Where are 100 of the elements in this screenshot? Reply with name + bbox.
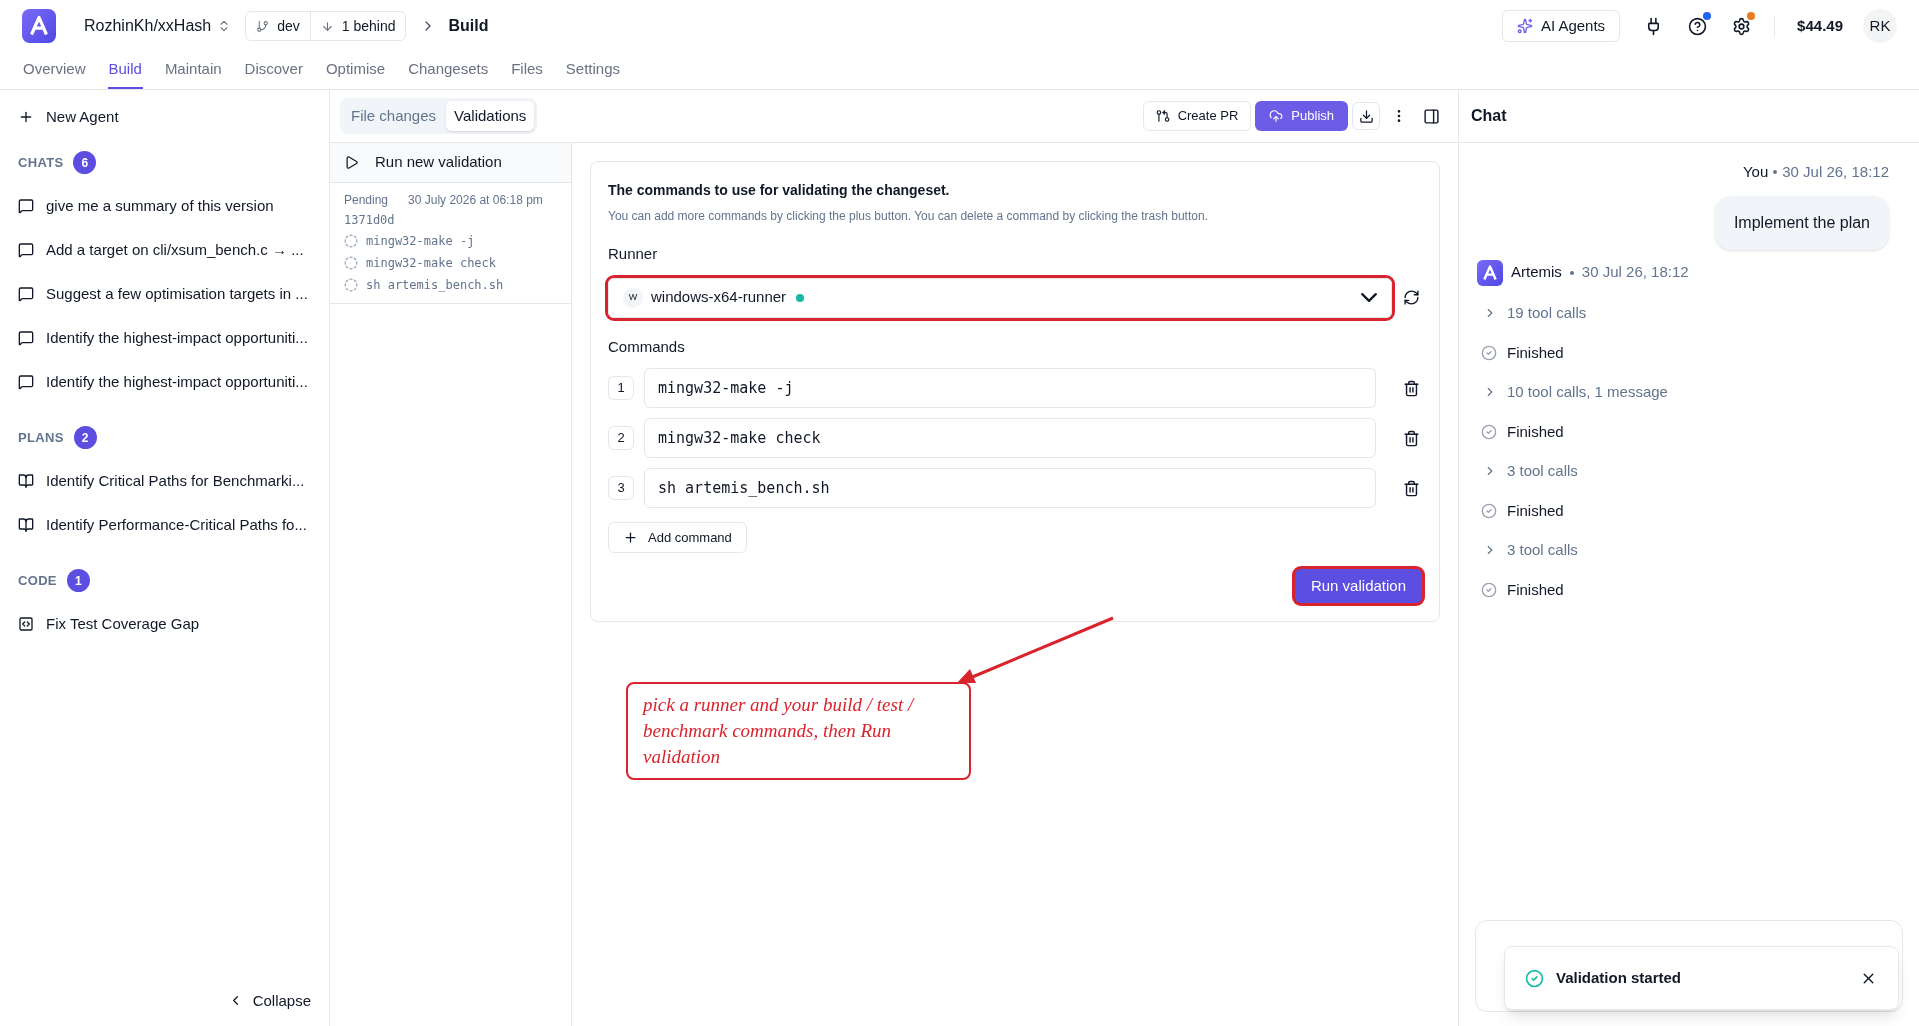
subtab[interactable]: File changes	[343, 101, 445, 131]
run-command: mingw32-make check	[366, 255, 497, 272]
play-icon	[344, 155, 359, 170]
message-time: 30 Jul 26, 18:12	[1581, 262, 1689, 283]
pending-icon	[344, 234, 358, 248]
chat-bubble-icon	[18, 198, 34, 214]
step-status: Finished	[1507, 579, 1564, 600]
plus-icon	[623, 530, 638, 545]
count-badge: 6	[73, 151, 97, 174]
runner-select[interactable]: W windows-x64-runner	[608, 277, 1392, 318]
nav-tab[interactable]: Optimise	[324, 52, 387, 89]
code-icon	[18, 616, 34, 632]
nav-tab[interactable]: Files	[510, 52, 544, 89]
check-circle-icon	[1481, 423, 1497, 440]
branch-button[interactable]: dev	[246, 12, 311, 40]
pending-icon	[344, 256, 358, 270]
step-status: Finished	[1507, 342, 1564, 363]
count-badge: 2	[73, 426, 97, 449]
sidebar-item[interactable]: Suggest a few optimisation targets in ...	[18, 272, 311, 316]
trash-icon	[1402, 379, 1420, 397]
step-status: Finished	[1507, 421, 1564, 442]
download-button[interactable]	[1352, 102, 1380, 130]
behind-button[interactable]: 1 behind	[310, 12, 406, 40]
nav-tab[interactable]: Maintain	[163, 52, 223, 89]
tool-calls-toggle[interactable]: 19 tool calls	[1477, 293, 1901, 333]
command-number: 1	[608, 376, 634, 400]
cloud-upload-icon	[1269, 109, 1284, 123]
help-button[interactable]	[1686, 15, 1709, 37]
book-icon	[18, 473, 34, 489]
new-agent-button[interactable]: New Agent	[18, 105, 311, 129]
command-field[interactable]: mingw32-make check	[644, 418, 1376, 458]
message-time: 30 Jul 26, 18:12	[1782, 162, 1889, 182]
tool-calls-toggle[interactable]: 3 tool calls	[1477, 451, 1901, 491]
chat-title: Chat	[1471, 106, 1507, 126]
repo-name[interactable]: RozhinKh/xxHash	[84, 14, 212, 38]
sidebar-item[interactable]: Fix Test Coverage Gap	[18, 602, 311, 646]
branch-icon	[256, 19, 270, 33]
subtab[interactable]: Validations	[446, 101, 535, 131]
logo-icon	[1477, 259, 1503, 286]
book-icon	[18, 517, 34, 533]
command-number: 2	[608, 426, 634, 450]
balance: $44.49	[1797, 15, 1843, 36]
card-title: The commands to use for validating the changeset.	[608, 181, 951, 200]
commands-label: Commands	[608, 336, 686, 357]
add-command-button[interactable]: Add command	[608, 522, 747, 553]
ai-agents-button[interactable]: AI Agents	[1501, 10, 1621, 42]
message-author: You	[1742, 162, 1769, 182]
settings-icon	[1731, 16, 1751, 36]
runner-name: windows-x64-runner	[651, 287, 787, 308]
chat-bubble-icon	[18, 286, 34, 302]
run-command: sh artemis_bench.sh	[366, 277, 504, 294]
sidebar-item[interactable]: give me a summary of this version	[18, 184, 311, 228]
create-pr-button[interactable]: Create PR	[1142, 101, 1252, 131]
toast-message: Validation started	[1556, 967, 1682, 988]
check-circle-icon	[1481, 581, 1497, 598]
publish-button[interactable]: Publish	[1255, 101, 1348, 131]
sidebar-item[interactable]: Identify the highest-impact opportuniti...	[18, 316, 311, 360]
sidebar-item[interactable]: Add a target on cli/xsum_bench.c → ...	[18, 228, 311, 272]
command-field[interactable]: sh artemis_bench.sh	[644, 468, 1376, 508]
nav-tab[interactable]: Build	[107, 52, 143, 89]
card-hint: You can add more commands by clicking the plus button. You can delete a command by clicking the trash button.	[608, 208, 1209, 225]
tool-calls-toggle[interactable]: 10 tool calls, 1 message	[1477, 372, 1901, 412]
breadcrumb: Build	[448, 16, 489, 36]
trash-icon	[1402, 479, 1420, 497]
download-icon	[1358, 108, 1374, 124]
sparkle-icon	[1516, 18, 1533, 34]
annotation-callout: pick a runner and your build / test / benchmark commands, then Run validation	[626, 682, 971, 780]
step-status: Finished	[1507, 500, 1564, 521]
plus-icon	[18, 109, 34, 125]
run-validation-button[interactable]: Run validation	[1294, 569, 1422, 603]
pending-icon	[344, 278, 358, 292]
run-command: mingw32-make -j	[366, 233, 475, 250]
check-circle-icon	[1481, 502, 1497, 519]
collapse-button[interactable]: Collapse	[227, 989, 311, 1012]
section-title: CHATS	[18, 153, 64, 172]
nav-tab[interactable]: Discover	[243, 52, 304, 89]
help-icon	[1687, 16, 1707, 36]
nav-tab[interactable]: Overview	[22, 52, 87, 89]
runner-initial: W	[623, 287, 643, 308]
run-date: 30 July 2026 at 06:18 pm	[408, 192, 543, 209]
command-field[interactable]: mingw32-make -j	[644, 368, 1376, 408]
chevron-down-icon	[1361, 293, 1377, 302]
avatar[interactable]: RK	[1863, 9, 1897, 43]
nav-tab[interactable]: Changesets	[407, 52, 490, 89]
chat-bubble-icon	[18, 374, 34, 390]
run-new-validation-button[interactable]: Run new validation	[330, 143, 571, 183]
section-title: PLANS	[18, 428, 64, 447]
sidebar-item[interactable]: Identify Performance-Critical Paths fo...	[18, 503, 311, 547]
check-circle-icon	[1481, 344, 1497, 361]
arrow-down-icon	[320, 19, 334, 33]
count-badge: 1	[66, 569, 90, 592]
section-title: CODE	[18, 571, 57, 590]
sidebar-item[interactable]: Identify the highest-impact opportuniti...	[18, 360, 311, 404]
nav-tab[interactable]: Settings	[564, 52, 622, 89]
agent-name: Artemis	[1511, 262, 1562, 283]
refresh-icon	[1402, 289, 1420, 306]
chat-input-field[interactable]	[1475, 920, 1903, 1012]
sidebar-item[interactable]: Identify Critical Paths for Benchmarki...	[18, 459, 311, 503]
trash-icon	[1402, 429, 1420, 447]
tool-calls-toggle[interactable]: 3 tool calls	[1477, 530, 1901, 570]
